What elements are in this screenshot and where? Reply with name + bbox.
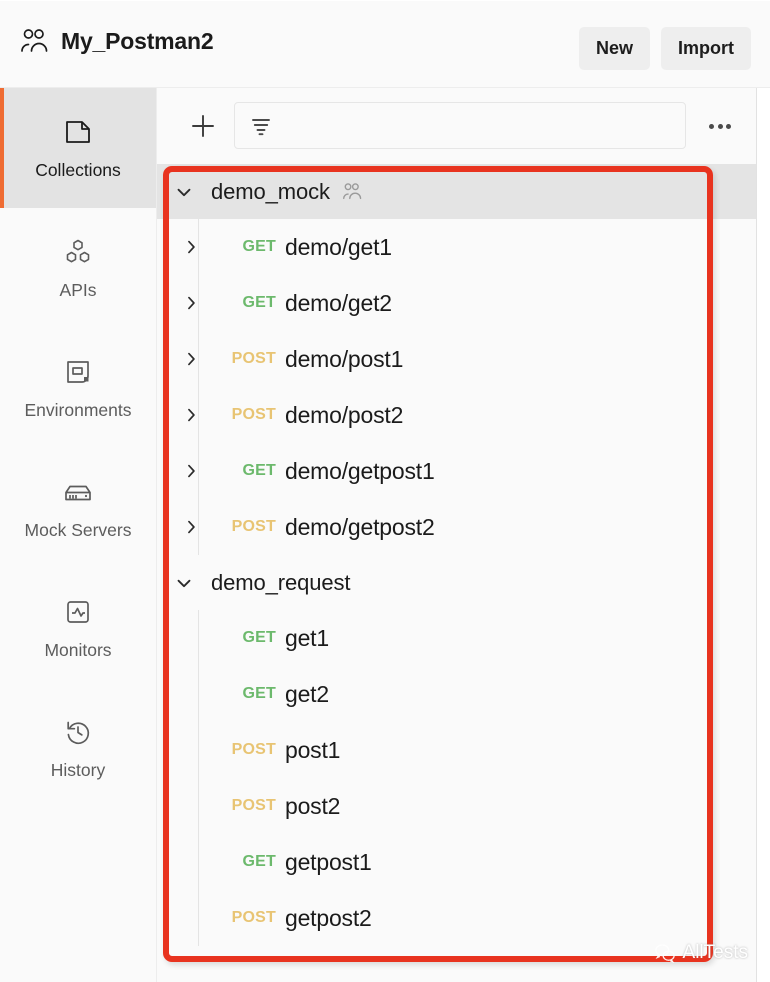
- request-name: demo/get1: [285, 233, 392, 260]
- dot: [717, 123, 723, 129]
- collection-items-demo-mock: GET demo/get1 GET demo/get2 POST demo/po…: [157, 219, 756, 555]
- sidebar-item-label: Environments: [24, 400, 132, 420]
- chevron-right-icon[interactable]: [157, 517, 213, 537]
- environments-icon: [62, 356, 94, 388]
- request-name: getpost2: [285, 904, 372, 931]
- chevron-right-icon[interactable]: [157, 237, 213, 257]
- sidebar-item-collections[interactable]: Collections: [0, 88, 156, 208]
- more-options-button[interactable]: [703, 109, 737, 143]
- request-method: POST: [231, 350, 276, 367]
- request-method: GET: [242, 685, 276, 702]
- postman-window: My_Postman2 New Import Collections APIs …: [0, 0, 770, 982]
- dot: [726, 123, 731, 129]
- request-method: POST: [231, 406, 276, 423]
- request-name: get2: [285, 680, 329, 707]
- collections-icon: [62, 116, 94, 148]
- request-row[interactable]: POST demo/post1: [157, 331, 756, 387]
- new-button[interactable]: New: [578, 27, 650, 70]
- request-row[interactable]: POST demo/post2: [157, 387, 756, 443]
- request-method: GET: [242, 238, 276, 255]
- request-name: post2: [285, 792, 341, 819]
- mock-servers-icon: [62, 476, 94, 508]
- request-name: demo/getpost2: [285, 513, 435, 540]
- sidebar-item-label: Collections: [35, 160, 121, 180]
- import-button[interactable]: Import: [661, 27, 751, 70]
- monitors-icon: [62, 596, 94, 628]
- history-icon: [62, 716, 94, 748]
- request-name: demo/get2: [285, 289, 392, 316]
- request-row[interactable]: POST getpost2: [157, 890, 756, 946]
- request-method: POST: [231, 797, 276, 814]
- app-header: My_Postman2 New Import: [0, 1, 770, 88]
- request-row[interactable]: GET getpost1: [157, 834, 756, 890]
- people-icon: [18, 27, 48, 55]
- collections-panel: demo_mock GET demo/get1 GET demo/get2 PO…: [157, 88, 757, 982]
- collection-name: demo_request: [211, 569, 351, 595]
- request-name: post1: [285, 736, 341, 763]
- request-row[interactable]: GET demo/get1: [157, 219, 756, 275]
- collection-items-demo-request: GET get1 GET get2 POST post1 POST post2: [157, 610, 756, 946]
- sidebar-item-label: History: [50, 760, 106, 780]
- header-actions: New Import: [578, 27, 751, 70]
- request-name: get1: [285, 624, 329, 651]
- request-method: POST: [231, 741, 276, 758]
- request-row[interactable]: GET get2: [157, 666, 756, 722]
- dot: [709, 123, 714, 129]
- request-method: GET: [242, 294, 276, 311]
- sidebar-item-label: APIs: [59, 280, 97, 300]
- request-row[interactable]: GET demo/get2: [157, 275, 756, 331]
- sidebar-item-environments[interactable]: Environments: [0, 328, 156, 448]
- collection-name: demo_mock: [211, 178, 330, 204]
- sidebar-item-label: Monitors: [44, 640, 112, 660]
- workspace-identity[interactable]: My_Postman2: [18, 27, 214, 55]
- chevron-down-icon[interactable]: [157, 572, 211, 594]
- request-row[interactable]: GET get1: [157, 610, 756, 666]
- request-method: POST: [231, 518, 276, 535]
- apis-icon: [62, 236, 94, 268]
- collections-toolbar: [157, 88, 756, 164]
- request-name: demo/getpost1: [285, 457, 435, 484]
- filter-search-box[interactable]: [234, 102, 686, 149]
- chevron-right-icon[interactable]: [157, 461, 213, 481]
- add-collection-button[interactable]: [184, 107, 222, 145]
- people-icon: [341, 182, 362, 201]
- request-method: GET: [242, 629, 276, 646]
- request-row[interactable]: GET demo/getpost1: [157, 443, 756, 499]
- request-method: GET: [242, 462, 276, 479]
- sidebar-item-apis[interactable]: APIs: [0, 208, 156, 328]
- request-row[interactable]: POST post1: [157, 722, 756, 778]
- collections-tree: demo_mock GET demo/get1 GET demo/get2 PO…: [157, 164, 756, 946]
- filter-icon: [249, 114, 273, 138]
- sidebar-item-monitors[interactable]: Monitors: [0, 568, 156, 688]
- request-name: demo/post2: [285, 401, 404, 428]
- request-method: POST: [231, 909, 276, 926]
- chevron-right-icon[interactable]: [157, 405, 213, 425]
- request-name: getpost1: [285, 848, 372, 875]
- request-row[interactable]: POST post2: [157, 778, 756, 834]
- sidebar-item-label: Mock Servers: [24, 520, 132, 540]
- chevron-right-icon[interactable]: [157, 293, 213, 313]
- sidebar-item-history[interactable]: History: [0, 688, 156, 808]
- request-name: demo/post1: [285, 345, 404, 372]
- left-rail: Collections APIs Environments Mock Serve…: [0, 88, 157, 982]
- chevron-down-icon[interactable]: [157, 181, 211, 203]
- workspace-title: My_Postman2: [61, 28, 214, 54]
- request-row[interactable]: POST demo/getpost2: [157, 499, 756, 555]
- chevron-right-icon[interactable]: [157, 349, 213, 369]
- collection-row-demo-mock[interactable]: demo_mock: [157, 164, 756, 219]
- collection-row-demo-request[interactable]: demo_request: [157, 555, 756, 610]
- request-method: GET: [242, 853, 276, 870]
- search-input[interactable]: [273, 103, 685, 148]
- sidebar-item-mock-servers[interactable]: Mock Servers: [0, 448, 156, 568]
